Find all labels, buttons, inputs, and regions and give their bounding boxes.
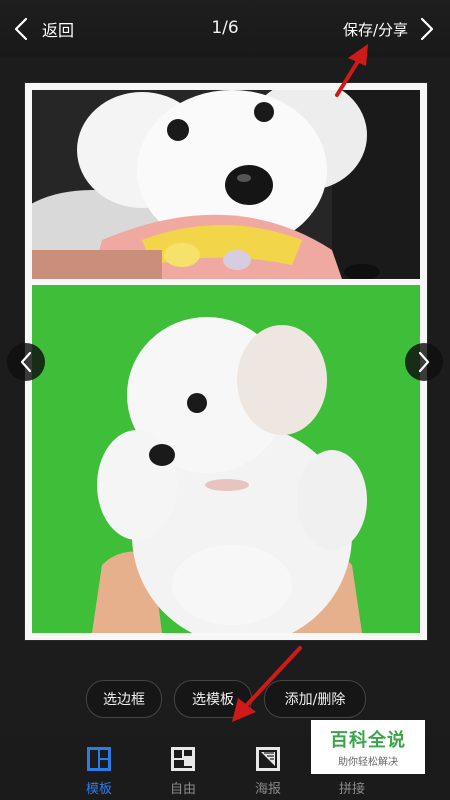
- chevron-left-icon: [20, 351, 32, 373]
- select-template-button[interactable]: 选模板: [174, 680, 252, 718]
- tab-label: 海报: [254, 782, 281, 797]
- chevron-right-icon: [418, 351, 430, 373]
- save-share-label: 保存/分享: [342, 20, 408, 39]
- template-grid-icon: [87, 747, 111, 771]
- tab-free[interactable]: 自由: [153, 746, 213, 797]
- next-page-button[interactable]: [405, 343, 443, 381]
- tab-label: 模板: [85, 782, 112, 797]
- chevron-right-icon: [420, 17, 434, 41]
- watermark-title: 百科全说: [330, 730, 406, 751]
- add-delete-button[interactable]: 添加/删除: [264, 680, 366, 718]
- save-share-button[interactable]: 保存/分享: [343, 12, 442, 46]
- previous-page-button[interactable]: [7, 343, 45, 381]
- watermark-subtitle: 助你轻松解决: [338, 757, 398, 768]
- select-border-button[interactable]: 选边框: [86, 680, 162, 718]
- dog-photo-bottom: [32, 285, 420, 633]
- collage-canvas: [25, 83, 427, 640]
- tab-label: 自由: [169, 782, 196, 797]
- photo-slot-bottom[interactable]: [32, 285, 420, 633]
- poster-icon: [256, 747, 280, 771]
- free-layout-icon: [171, 747, 195, 771]
- photo-slot-top[interactable]: [32, 90, 420, 279]
- watermark-logo: 百科全说 助你轻松解决: [311, 720, 425, 774]
- dog-photo-top: [32, 90, 420, 279]
- tab-template[interactable]: 模板: [69, 746, 129, 797]
- tab-poster[interactable]: 海报: [238, 746, 298, 797]
- top-bar: 返回 1/6 保存/分享: [0, 0, 450, 58]
- tab-label: 拼接: [338, 782, 365, 797]
